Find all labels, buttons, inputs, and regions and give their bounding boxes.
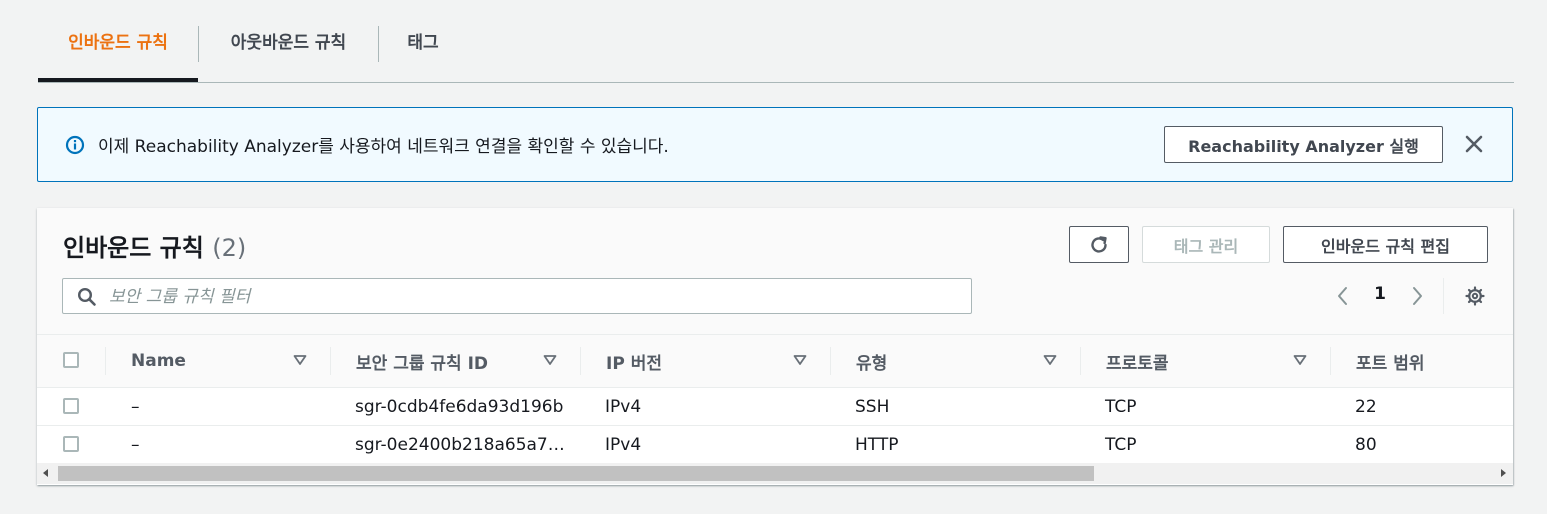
panel-header: 인바운드 규칙 (2) 태그 관리 인바운드 규칙 편집 1 xyxy=(37,208,1513,335)
cell-type: SSH xyxy=(855,396,890,417)
sort-caret-icon[interactable] xyxy=(793,354,807,366)
scroll-right-arrow-icon[interactable] xyxy=(1501,469,1506,477)
cell-ip-version: IPv4 xyxy=(605,434,642,455)
sort-caret-icon[interactable] xyxy=(1043,354,1057,366)
refresh-button[interactable] xyxy=(1069,226,1129,263)
table-row[interactable]: – sgr-0cdb4fe6da93d196b IPv4 SSH TCP 22 xyxy=(37,388,1513,426)
current-page-number[interactable]: 1 xyxy=(1370,284,1390,304)
panel-title-text: 인바운드 규칙 xyxy=(63,234,204,262)
pagination-divider xyxy=(1443,278,1444,314)
scrollbar-thumb[interactable] xyxy=(58,466,1094,481)
column-separator xyxy=(580,347,581,375)
column-separator xyxy=(1080,347,1081,375)
tab-outbound-rules[interactable]: 아웃바운드 규칙 xyxy=(199,0,378,81)
horizontal-scrollbar[interactable] xyxy=(37,463,1513,484)
inbound-rules-panel: 인바운드 규칙 (2) 태그 관리 인바운드 규칙 편집 1 xyxy=(37,208,1513,485)
run-reachability-analyzer-button[interactable]: Reachability Analyzer 실행 xyxy=(1164,126,1443,163)
column-separator xyxy=(830,347,831,375)
column-separator xyxy=(330,347,331,375)
cell-type: HTTP xyxy=(855,434,899,455)
column-header-port-range[interactable]: 포트 범위 xyxy=(1356,335,1424,387)
cell-ip-version: IPv4 xyxy=(605,396,642,417)
column-header-ip-version[interactable]: IP 버전 xyxy=(606,335,662,387)
edit-inbound-rules-button[interactable]: 인바운드 규칙 편집 xyxy=(1283,226,1488,263)
cell-protocol: TCP xyxy=(1105,396,1137,417)
search-icon xyxy=(77,287,96,306)
cell-protocol: TCP xyxy=(1105,434,1137,455)
scroll-left-arrow-icon[interactable] xyxy=(43,469,48,477)
sort-caret-icon[interactable] xyxy=(293,354,307,366)
cell-port-range: 80 xyxy=(1355,434,1377,455)
tab-inbound-rules[interactable]: 인바운드 규칙 xyxy=(38,0,198,82)
filter-search-box xyxy=(62,278,972,314)
chevron-left-icon[interactable] xyxy=(1333,285,1353,307)
sort-caret-icon[interactable] xyxy=(543,354,557,366)
rule-count: (2) xyxy=(212,234,247,262)
table-header: Name 보안 그룹 규칙 ID IP 버전 유형 프로토콜 포트 범위 xyxy=(37,335,1513,388)
select-all-checkbox[interactable] xyxy=(63,352,79,368)
cell-name: – xyxy=(131,434,140,455)
close-icon[interactable] xyxy=(1462,132,1486,156)
column-header-rule-id[interactable]: 보안 그룹 규칙 ID xyxy=(356,335,488,387)
column-separator xyxy=(1330,347,1331,375)
column-separator xyxy=(105,347,106,375)
panel-title: 인바운드 규칙 (2) xyxy=(63,228,246,263)
cell-rule-id: sgr-0cdb4fe6da93d196b xyxy=(355,396,564,417)
info-banner: 이제 Reachability Analyzer를 사용하여 네트워크 연결을 … xyxy=(37,107,1513,182)
tab-bar: 인바운드 규칙 아웃바운드 규칙 태그 xyxy=(38,0,1514,83)
chevron-right-icon[interactable] xyxy=(1407,285,1427,307)
gear-icon[interactable] xyxy=(1464,285,1486,307)
cell-rule-id: sgr-0e2400b218a65a7… xyxy=(355,434,565,455)
cell-port-range: 22 xyxy=(1355,396,1377,417)
column-header-name[interactable]: Name xyxy=(131,335,186,387)
cell-name: – xyxy=(131,396,140,417)
refresh-icon xyxy=(1091,235,1107,253)
tab-tags[interactable]: 태그 xyxy=(379,0,467,81)
info-icon xyxy=(65,135,85,155)
row-checkbox[interactable] xyxy=(63,436,79,452)
sort-caret-icon[interactable] xyxy=(1293,354,1307,366)
banner-message: 이제 Reachability Analyzer를 사용하여 네트워크 연결을 … xyxy=(98,137,669,157)
table-row[interactable]: – sgr-0e2400b218a65a7… IPv4 HTTP TCP 80 xyxy=(37,426,1513,464)
column-header-protocol[interactable]: 프로토콜 xyxy=(1106,335,1169,387)
column-header-type[interactable]: 유형 xyxy=(856,335,887,387)
row-checkbox[interactable] xyxy=(63,398,79,414)
filter-input[interactable] xyxy=(107,281,961,313)
manage-tags-button[interactable]: 태그 관리 xyxy=(1142,226,1270,263)
